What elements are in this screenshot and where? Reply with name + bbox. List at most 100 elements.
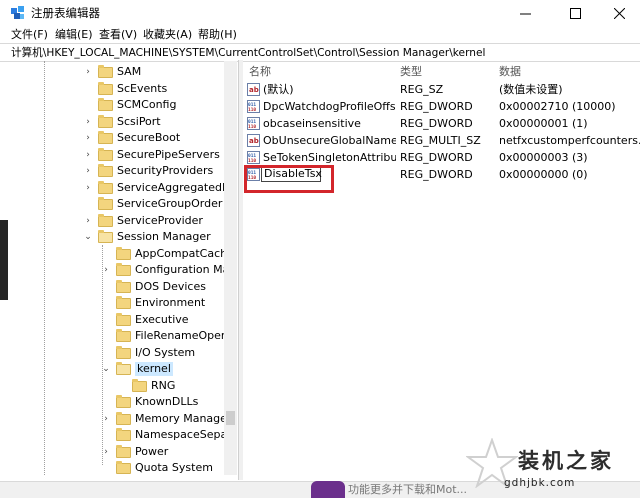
menu-help[interactable]: 帮助(H) [198,27,237,42]
tree-item[interactable]: RNG [8,378,237,394]
tree-item[interactable]: NamespaceSeparatio [8,427,237,443]
folder-icon [116,345,131,359]
tree-item[interactable]: ⌄ kernel [8,361,237,377]
tree-item-label: ServiceProvider [117,213,203,227]
tree-item[interactable]: › SecurityProviders [8,163,237,179]
value-type: REG_SZ [400,83,444,96]
collapse-chevron-icon[interactable]: ⌄ [102,365,110,374]
expand-chevron-icon[interactable]: › [102,447,110,456]
tree-item[interactable]: Executive [8,312,237,328]
tree-item[interactable]: › SAM [8,64,237,80]
folder-icon [116,263,131,276]
tree-item-label: KnownDLLs [135,395,199,408]
tree-item[interactable]: › ServiceAggregatedEvent [8,180,237,196]
expand-chevron-icon[interactable]: › [84,216,92,225]
address-bar[interactable]: 计算机\HKEY_LOCAL_MACHINE\SYSTEM\CurrentCon… [0,43,640,62]
tree-item[interactable]: ServiceGroupOrder [8,196,237,212]
tree-item[interactable]: › Configuration Manag [8,262,237,278]
tree-item-label: ServiceAggregatedEvent [117,180,237,194]
folder-icon [116,312,131,326]
tree-item[interactable]: AppCompatCache [8,246,237,262]
tree-item-label: DOS Devices [135,279,206,293]
tree-item-label: AppCompatCache [135,246,234,260]
collapse-chevron-icon[interactable]: ⌄ [84,233,92,242]
value-row[interactable]: ab (默认) REG_SZ (数值未设置) [242,81,640,98]
expand-chevron-icon[interactable]: › [84,117,92,126]
value-name: SeTokenSingletonAttribut... [263,151,396,164]
expand-chevron-icon[interactable]: › [102,414,110,423]
minimize-button[interactable] [502,0,548,26]
tree-item-label: ServiceGroupOrder [117,197,223,210]
value-row[interactable]: 011 110 DpcWatchdogProfileOffset REG_DWORD 0… [242,98,640,115]
maximize-button[interactable] [552,0,598,26]
column-header-name[interactable]: 名称 [249,65,271,79]
tree-item[interactable]: Quota System [8,460,237,475]
value-data: 0x00000003 (3) [499,151,588,164]
tree-item[interactable]: › SecurePipeServers [8,147,237,163]
folder-icon [98,81,113,95]
folder-icon [98,147,113,161]
annotation-highlight-box [244,165,334,193]
expand-chevron-icon[interactable]: › [84,183,92,192]
menu-file[interactable]: 文件(F) [11,27,48,42]
tree-item[interactable]: SCMConfig [8,97,237,113]
folder-icon [98,114,113,128]
close-button[interactable] [596,0,640,26]
tree-item[interactable]: › Power [8,444,237,460]
tree-scrollbar-thumb[interactable] [226,411,235,425]
menu-bar: 文件(F) 编辑(E) 查看(V) 收藏夹(A) 帮助(H) [0,26,640,43]
address-path[interactable]: 计算机\HKEY_LOCAL_MACHINE\SYSTEM\CurrentCon… [11,46,485,60]
tree-scrollbar[interactable] [224,61,237,475]
tree-item[interactable]: › SecureBoot [8,130,237,146]
tree-item[interactable]: DOS Devices [8,279,237,295]
tree-item[interactable]: › Memory Managemen [8,411,237,427]
column-header-data[interactable]: 数据 [499,65,521,79]
folder-icon [98,65,113,78]
binary-value-icon: 011 110 [247,100,260,113]
menu-edit[interactable]: 编辑(E) [55,27,93,42]
svg-text:ab: ab [249,137,259,145]
expand-chevron-icon[interactable]: › [84,167,92,176]
tree-item-label: RNG [151,378,176,392]
value-type: REG_DWORD [400,168,473,181]
expand-chevron-icon[interactable]: › [84,150,92,159]
tree-item[interactable]: KnownDLLs [8,394,237,410]
value-row[interactable]: 011 110 obcaseinsensitive REG_DWORD 0x000000… [242,115,640,132]
string-value-icon: ab [247,134,260,147]
tree-item[interactable]: ⌄ Session Manager [8,229,237,245]
value-row[interactable]: 011110SeTokenSingletonAttribut... REG_DWO… [242,149,640,166]
tree-item-label: SecurityProviders [117,164,214,177]
tree-item-label: Configuration Manag [135,263,237,276]
tree-item-label: SecurePipeServers [117,147,220,161]
tree-item-label: kernel [135,362,173,376]
key-tree-pane[interactable]: › SAM ScEvents SCMConfig › ScsiPort › SecureBoo… [8,61,237,475]
value-row[interactable]: ab ObUnsecureGlobalNames REG_MULTI_SZ netfx… [242,132,640,149]
expand-chevron-icon[interactable]: › [84,68,92,77]
tree-item-label: Memory Managemen [135,411,237,425]
values-list-pane[interactable]: 名称 类型 数据 ab (默认) REG_SZ (数值未设置) 011 110 DpcWat… [242,61,640,481]
menu-view[interactable]: 查看(V) [99,27,137,42]
menu-favorites[interactable]: 收藏夹(A) [143,27,192,42]
expand-chevron-icon[interactable]: › [84,134,92,143]
tree-item[interactable]: › ServiceProvider [8,213,237,229]
expand-chevron-icon[interactable]: › [102,266,110,275]
folder-icon [132,378,147,392]
folder-icon [116,246,131,260]
tree-item-label: NamespaceSeparatio [135,428,237,441]
folder-icon [116,279,131,293]
folder-icon [116,461,131,474]
tree-item-label: Session Manager [117,230,211,243]
tree-item[interactable]: FileRenameOperation [8,328,237,344]
watermark-text: 装机之家 [518,449,614,473]
title-bar[interactable]: 注册表编辑器 [0,0,640,26]
tree-item[interactable]: Environment [8,295,237,311]
tree-item[interactable]: › ScsiPort [8,114,237,130]
column-header-type[interactable]: 类型 [400,65,422,79]
minimize-icon [519,13,531,14]
background-app-icon [311,481,345,498]
tree-item[interactable]: I/O System [8,345,237,361]
tree-item[interactable]: ScEvents [8,81,237,97]
binary-value-icon: 011 110 [247,117,260,130]
value-name: DpcWatchdogProfileOffset [263,100,396,113]
folder-icon [116,411,131,425]
